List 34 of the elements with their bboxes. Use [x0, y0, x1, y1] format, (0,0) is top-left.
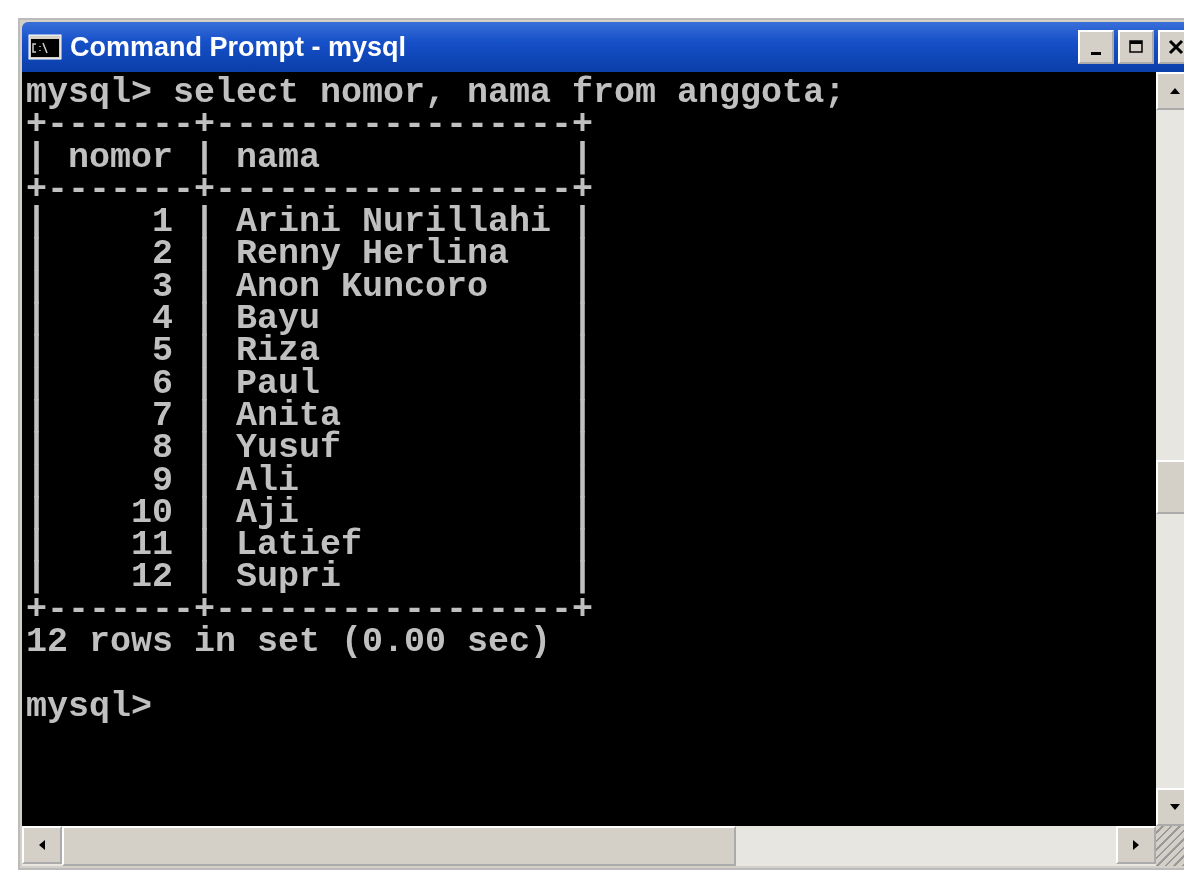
console-prompt: mysql>: [26, 690, 154, 723]
console-line: 12 rows in set (0.00 sec): [26, 626, 553, 659]
vertical-scrollbar[interactable]: [1156, 72, 1184, 826]
window-title: Command Prompt - mysql: [70, 31, 408, 63]
maximize-button[interactable]: [1118, 30, 1154, 64]
scroll-up-button[interactable]: [1156, 72, 1184, 110]
up-arrow-icon: [1168, 86, 1182, 96]
console-line: | 5 | Riza |: [26, 335, 595, 368]
console-line: | 12 | Supri |: [26, 561, 595, 594]
close-icon: [1167, 39, 1184, 55]
console-line: | 4 | Bayu |: [26, 303, 595, 336]
scroll-left-button[interactable]: [22, 826, 62, 864]
console-line: | nomor | nama |: [26, 141, 595, 174]
console-line: +-------+-----------------+: [26, 109, 595, 142]
console-line: | 3 | Anon Kuncoro |: [26, 270, 595, 304]
maximize-icon: [1128, 39, 1144, 55]
left-arrow-icon: [37, 838, 47, 852]
minimize-icon: [1091, 51, 1101, 55]
console-line: mysql> select nomor, nama from anggota;: [26, 77, 847, 110]
scroll-thumb[interactable]: [1156, 460, 1184, 514]
scroll-thumb[interactable]: [62, 826, 736, 866]
horizontal-scrollbar[interactable]: [22, 826, 1156, 866]
console-line: | 9 | Ali |: [26, 464, 595, 497]
down-arrow-icon: [1168, 802, 1182, 812]
console-line: | 2 | Renny Herlina |: [26, 238, 595, 271]
minimize-button[interactable]: [1078, 30, 1114, 64]
resize-grip[interactable]: [1156, 826, 1184, 866]
scroll-right-button[interactable]: [1116, 826, 1156, 864]
close-button[interactable]: [1158, 30, 1184, 64]
scroll-down-button[interactable]: [1156, 788, 1184, 826]
terminal-icon: [28, 34, 62, 60]
console-line: | 6 | Paul |: [26, 367, 595, 400]
console-line: | 8 | Yusuf |: [26, 432, 595, 465]
right-arrow-icon: [1131, 838, 1141, 852]
